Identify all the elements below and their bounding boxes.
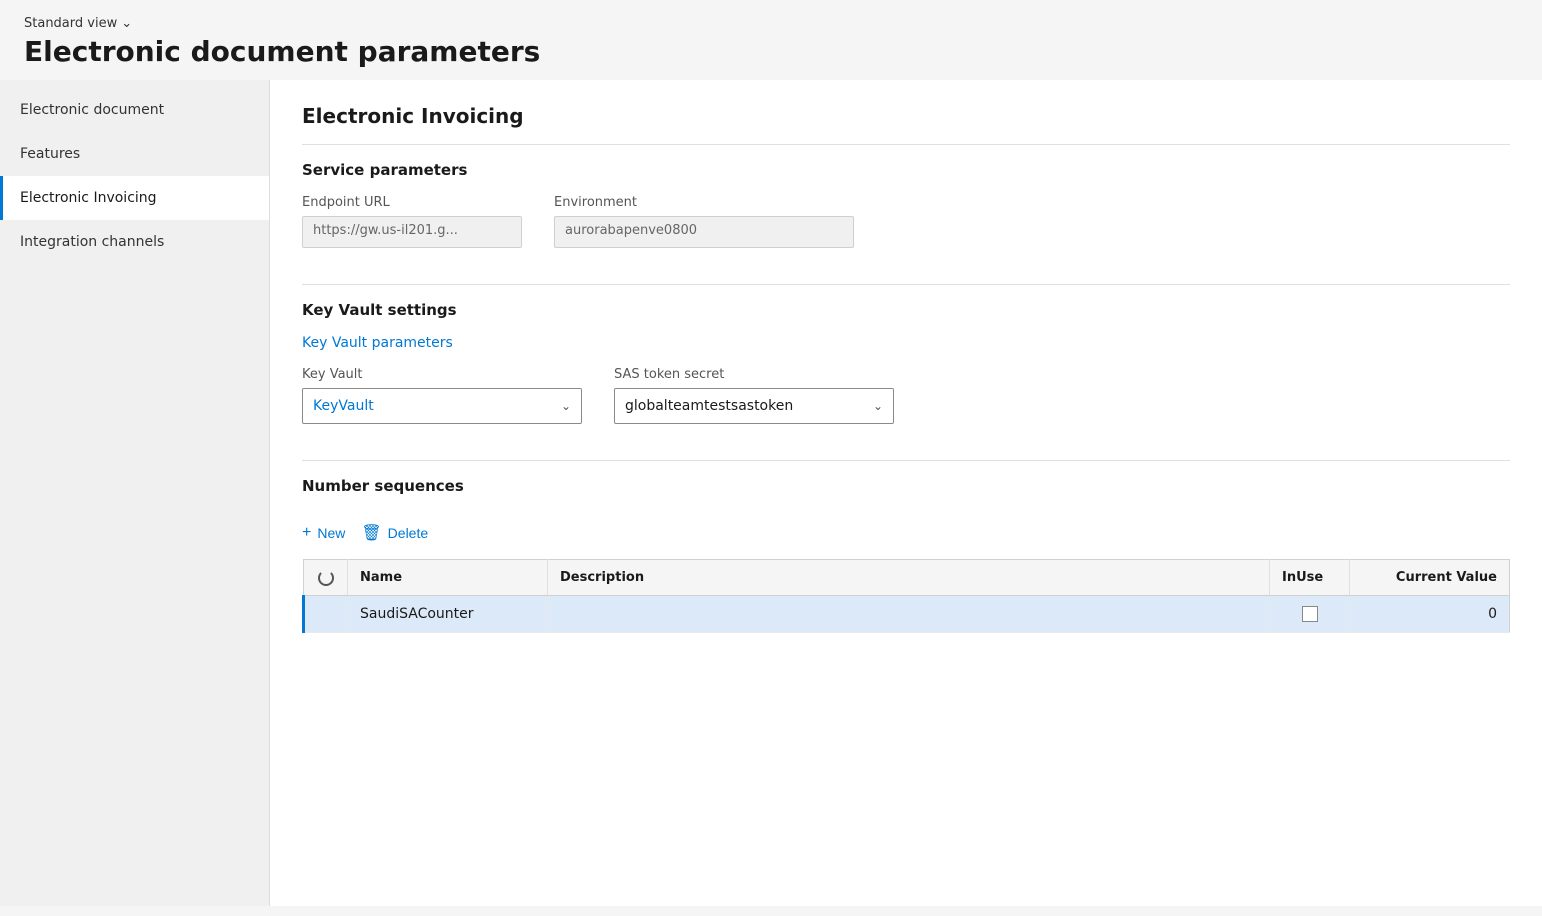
number-sequences-toolbar: + New 🗑 Delete xyxy=(302,511,1510,555)
service-parameters-title: Service parameters xyxy=(302,161,1510,179)
refresh-icon xyxy=(318,570,334,586)
chevron-down-icon: ⌄ xyxy=(561,399,571,413)
key-vault-form-row: Key Vault KeyVault ⌄ SAS token secret gl… xyxy=(302,367,1510,424)
row-selector-cell xyxy=(304,596,348,633)
inuse-column-header: InUse xyxy=(1270,560,1350,596)
endpoint-url-field: Endpoint URL https://gw.us-il201.g... xyxy=(302,195,522,248)
environment-field: Environment aurorabapenve0800 xyxy=(554,195,854,248)
plus-icon: + xyxy=(302,524,311,542)
page-header: Standard view ⌄ Electronic document para… xyxy=(0,0,1542,80)
key-vault-settings-section: Key Vault settings Key Vault parameters … xyxy=(270,284,1542,460)
sidebar: Electronic document Features Electronic … xyxy=(0,80,270,906)
sidebar-item-electronic-invoicing[interactable]: Electronic Invoicing xyxy=(0,176,269,220)
number-sequences-section: Number sequences + New 🗑 Delete xyxy=(270,460,1542,657)
sas-token-select[interactable]: globalteamtestsastoken ⌄ xyxy=(614,388,894,424)
delete-icon: 🗑 xyxy=(361,523,381,543)
key-vault-field: Key Vault KeyVault ⌄ xyxy=(302,367,582,424)
key-vault-parameters-link[interactable]: Key Vault parameters xyxy=(302,335,453,351)
service-parameters-form-row: Endpoint URL https://gw.us-il201.g... En… xyxy=(302,195,1510,248)
table-body: SaudiSACounter 0 xyxy=(304,596,1510,633)
sidebar-item-integration-channels[interactable]: Integration channels xyxy=(0,220,269,264)
sidebar-item-features[interactable]: Features xyxy=(0,132,269,176)
sas-token-field: SAS token secret globalteamtestsastoken … xyxy=(614,367,894,424)
name-column-header: Name xyxy=(348,560,548,596)
name-cell: SaudiSACounter xyxy=(348,596,548,633)
key-vault-label: Key Vault xyxy=(302,367,582,382)
table-header: Name Description InUse Current Value xyxy=(304,560,1510,596)
key-vault-select[interactable]: KeyVault ⌄ xyxy=(302,388,582,424)
current-value-cell: 0 xyxy=(1350,596,1510,633)
chevron-down-icon: ⌄ xyxy=(873,399,883,413)
delete-button[interactable]: 🗑 Delete xyxy=(361,519,428,547)
number-sequences-table: Name Description InUse Current Value xyxy=(302,559,1510,633)
endpoint-url-input: https://gw.us-il201.g... xyxy=(302,216,522,248)
number-sequences-title: Number sequences xyxy=(302,477,1510,495)
table-row[interactable]: SaudiSACounter 0 xyxy=(304,596,1510,633)
key-vault-settings-title: Key Vault settings xyxy=(302,301,1510,319)
new-button[interactable]: + New xyxy=(302,520,345,546)
description-cell xyxy=(548,596,1270,633)
main-layout: Electronic document Features Electronic … xyxy=(0,80,1542,906)
page-title: Electronic document parameters xyxy=(24,35,1518,68)
service-parameters-section: Service parameters Endpoint URL https://… xyxy=(270,144,1542,284)
sidebar-item-electronic-document[interactable]: Electronic document xyxy=(0,88,269,132)
endpoint-url-label: Endpoint URL xyxy=(302,195,522,210)
description-column-header: Description xyxy=(548,560,1270,596)
inuse-checkbox[interactable] xyxy=(1302,606,1318,622)
environment-input: aurorabapenve0800 xyxy=(554,216,854,248)
chevron-down-icon: ⌄ xyxy=(121,16,132,31)
inuse-cell[interactable] xyxy=(1270,596,1350,633)
current-value-column-header: Current Value xyxy=(1350,560,1510,596)
environment-label: Environment xyxy=(554,195,854,210)
refresh-column-header[interactable] xyxy=(304,560,348,596)
view-selector[interactable]: Standard view ⌄ xyxy=(24,16,1518,31)
sas-token-label: SAS token secret xyxy=(614,367,894,382)
content-area: Electronic Invoicing Service parameters … xyxy=(270,80,1542,906)
content-section-title: Electronic Invoicing xyxy=(270,80,1542,144)
